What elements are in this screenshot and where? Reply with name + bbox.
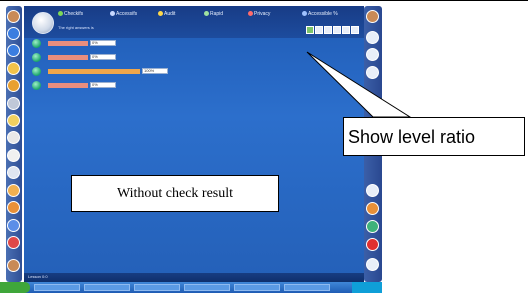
callout-annotation: Show level ratio xyxy=(343,117,525,156)
callout-label: Show level ratio xyxy=(348,127,476,147)
